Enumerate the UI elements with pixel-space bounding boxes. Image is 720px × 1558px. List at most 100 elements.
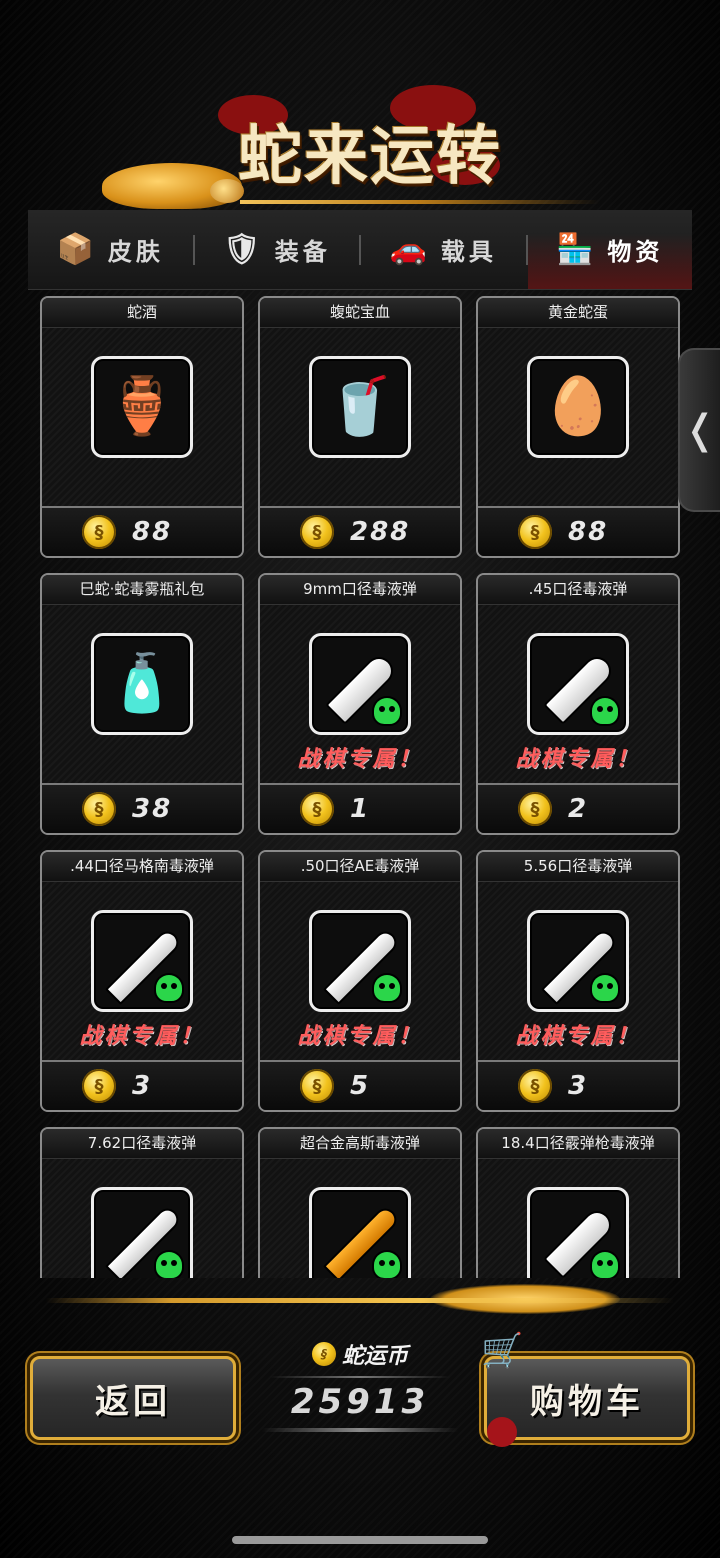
exclusive-tag: 战棋专属！ xyxy=(515,1024,641,1049)
shopping-cart-button[interactable]: 🛒 购物车 xyxy=(481,1331,690,1447)
exclusive-tag: 战棋专属！ xyxy=(297,1024,423,1049)
title-divider xyxy=(240,200,600,204)
tab-label: 载具 xyxy=(440,238,497,266)
snake-eggs-icon: 🥚 xyxy=(527,356,629,458)
item-price: 288 xyxy=(350,517,411,547)
price-bar: § 88 xyxy=(42,506,242,556)
currency-amount: 25913 xyxy=(290,1382,430,1422)
item-card-gauss-venom[interactable]: 超合金高斯毒液弹 xyxy=(258,1127,462,1278)
price-bar: § 2 xyxy=(478,783,678,833)
item-price: 38 xyxy=(132,794,173,824)
back-button-label: 返回 xyxy=(95,1381,171,1422)
currency-underline xyxy=(262,1428,458,1432)
footer-divider xyxy=(46,1298,674,1303)
price-bar: § 3 xyxy=(478,1060,678,1110)
item-name: .45口径毒液弹 xyxy=(478,575,678,605)
item-card-viper-blood[interactable]: 蝮蛇宝血 🥤 § 288 xyxy=(258,296,462,558)
item-card-golden-eggs[interactable]: 黄金蛇蛋 🥚 § 88 xyxy=(476,296,680,558)
price-bar: § 5 xyxy=(260,1060,460,1110)
gauss-bullet-icon xyxy=(309,1187,411,1278)
poison-skull-icon xyxy=(374,698,400,724)
item-card-556-venom[interactable]: 5.56口径毒液弹 战棋专属！ § 3 xyxy=(476,850,680,1112)
item-card-45-venom[interactable]: .45口径毒液弹 战棋专属！ § 2 xyxy=(476,573,680,835)
snake-coin-icon: § xyxy=(311,1342,336,1366)
item-price: 3 xyxy=(132,1071,153,1101)
price-bar: § 1 xyxy=(260,783,460,833)
poison-skull-icon xyxy=(374,975,400,1001)
home-indicator[interactable] xyxy=(232,1536,488,1544)
side-drawer-handle[interactable]: ❬ xyxy=(678,348,720,512)
currency-display: § 蛇运币 25913 xyxy=(262,1338,458,1448)
cart-button-label: 购物车 xyxy=(530,1381,644,1422)
tab-label: 装备 xyxy=(274,238,331,266)
item-price: 2 xyxy=(568,794,589,824)
car-icon: 🚗 xyxy=(389,232,431,267)
item-name: 黄金蛇蛋 xyxy=(478,298,678,328)
snake-coin-icon: § xyxy=(300,515,334,549)
item-card-9mm-venom[interactable]: 9mm口径毒液弹 战棋专属！ § 1 xyxy=(258,573,462,835)
snake-coin-icon: § xyxy=(82,515,116,549)
price-bar: § 288 xyxy=(260,506,460,556)
item-name: 18.4口径霰弹枪毒液弹 xyxy=(478,1129,678,1159)
item-card-venom-spray-pack[interactable]: 巳蛇·蛇毒雾瓶礼包 🧴 § 38 xyxy=(40,573,244,835)
exclusive-tag: 战棋专属！ xyxy=(79,1024,205,1049)
item-price: 88 xyxy=(132,517,173,547)
snake-blood-cup-icon: 🥤 xyxy=(309,356,411,458)
poison-skull-icon xyxy=(374,1252,400,1278)
snake-coin-icon: § xyxy=(518,1069,552,1103)
snake-coin-icon: § xyxy=(300,1069,334,1103)
back-button[interactable]: 返回 xyxy=(30,1356,236,1440)
snake-coin-icon: § xyxy=(518,792,552,826)
red-bag-decoration xyxy=(487,1417,517,1447)
snake-coin-icon: § xyxy=(300,792,334,826)
bullet-44-magnum-icon xyxy=(91,910,193,1012)
item-price: 3 xyxy=(568,1071,589,1101)
shield-icon: 🛡 xyxy=(222,232,265,267)
item-name: 蝮蛇宝血 xyxy=(260,298,460,328)
shotgun-shell-icon xyxy=(527,1187,629,1278)
tab-supplies[interactable]: 🏪 物资 xyxy=(527,210,692,289)
item-name: 7.62口径毒液弹 xyxy=(42,1129,242,1159)
chevron-left-icon: ❬ xyxy=(683,407,717,453)
bullet-45-icon xyxy=(527,633,629,735)
poison-skull-icon xyxy=(156,1252,182,1278)
bullet-556-icon xyxy=(527,910,629,1012)
price-bar: § 3 xyxy=(42,1060,242,1110)
bullet-50ae-icon xyxy=(309,910,411,1012)
tab-skins[interactable]: 📦 皮肤 xyxy=(28,210,193,289)
item-card-snake-wine[interactable]: 蛇酒 🏺 § 88 xyxy=(40,296,244,558)
item-price: 88 xyxy=(568,517,609,547)
item-name: .50口径AE毒液弹 xyxy=(260,852,460,882)
bullet-9mm-icon xyxy=(309,633,411,735)
tab-label: 皮肤 xyxy=(107,238,164,266)
tab-vehicles[interactable]: 🚗 载具 xyxy=(361,210,526,289)
item-name: 9mm口径毒液弹 xyxy=(260,575,460,605)
bullet-762-icon xyxy=(91,1187,193,1278)
snake-wine-jar-icon: 🏺 xyxy=(91,356,193,458)
currency-label-row: § 蛇运币 xyxy=(262,1338,458,1370)
event-title-banner: 蛇来运转 xyxy=(100,85,620,225)
venom-spray-bottle-icon: 🧴 xyxy=(91,633,193,735)
poison-skull-icon xyxy=(592,1252,618,1278)
snake-coin-icon: § xyxy=(82,1069,116,1103)
box-icon: 📦 xyxy=(56,232,98,267)
tab-equipment[interactable]: 🛡 装备 xyxy=(195,210,360,289)
exclusive-tag: 战棋专属！ xyxy=(515,747,641,772)
shopping-cart-icon: 🛒 xyxy=(481,1331,528,1371)
item-name: 蛇酒 xyxy=(42,298,242,328)
item-name: .44口径马格南毒液弹 xyxy=(42,852,242,882)
item-grid[interactable]: 蛇酒 🏺 § 88 蝮蛇宝血 🥤 § 288 黄金蛇蛋 🥚 § 88 巳蛇·蛇毒… xyxy=(28,290,692,1278)
item-card-shotgun-venom[interactable]: 18.4口径霰弹枪毒液弹 xyxy=(476,1127,680,1278)
exclusive-tag: 战棋专属！ xyxy=(297,747,423,772)
shop-icon: 🏪 xyxy=(556,232,598,267)
snake-coin-icon: § xyxy=(82,792,116,826)
price-bar: § 88 xyxy=(478,506,678,556)
item-price: 1 xyxy=(350,794,371,824)
item-card-50ae-venom[interactable]: .50口径AE毒液弹 战棋专属！ § 5 xyxy=(258,850,462,1112)
currency-label: 蛇运币 xyxy=(341,1344,408,1369)
page-title: 蛇来运转 xyxy=(238,119,502,194)
item-card-44-magnum-venom[interactable]: .44口径马格南毒液弹 战棋专属！ § 3 xyxy=(40,850,244,1112)
poison-skull-icon xyxy=(592,698,618,724)
poison-skull-icon xyxy=(156,975,182,1001)
item-card-762-venom[interactable]: 7.62口径毒液弹 xyxy=(40,1127,244,1278)
